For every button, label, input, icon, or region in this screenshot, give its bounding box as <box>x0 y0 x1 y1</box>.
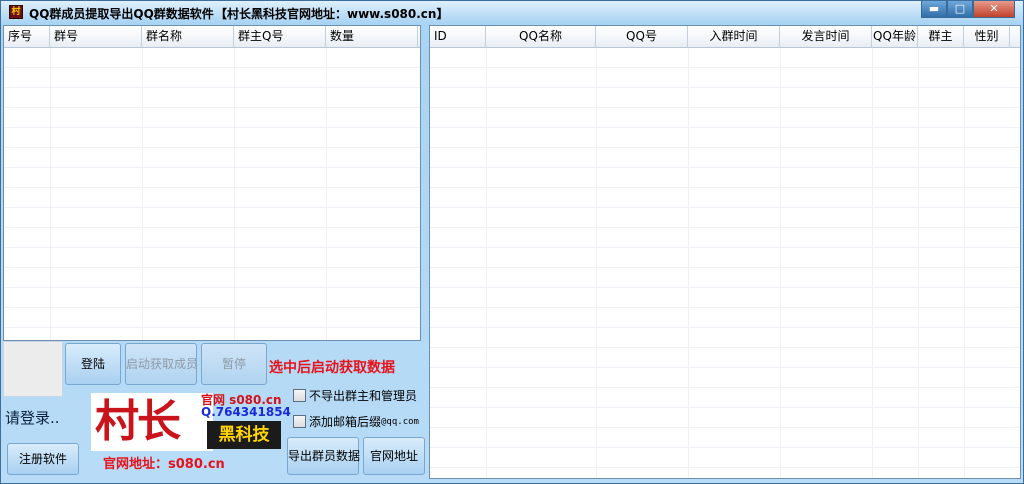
exclude-admin-option[interactable]: 不导出群主和管理员 <box>293 387 417 404</box>
close-button[interactable]: ✕ <box>973 1 1015 18</box>
window-title: QQ群成员提取导出QQ群数据软件 <box>29 7 214 21</box>
group-table-body[interactable] <box>4 48 420 340</box>
column-divider <box>234 48 235 340</box>
column-divider <box>326 48 327 340</box>
column-header-join-time[interactable]: 入群时间 <box>688 26 780 48</box>
member-list-table[interactable]: ID QQ名称 QQ号 入群时间 发言时间 QQ年龄 群主 性别 <box>429 25 1021 479</box>
mail-suffix: @qq.com <box>381 416 419 427</box>
column-header-qq-age[interactable]: QQ年龄 <box>872 26 918 48</box>
register-button[interactable]: 注册软件 <box>7 443 79 475</box>
maximize-button[interactable]: □ <box>947 1 973 18</box>
pause-button[interactable]: 暂停 <box>201 343 267 385</box>
window-title-site: 【村长黑科技官网地址：www.s080.cn】 <box>215 7 449 21</box>
column-header-owner[interactable]: 群主 <box>918 26 964 48</box>
column-header-count[interactable]: 数量 <box>326 26 418 48</box>
member-table-header: ID QQ名称 QQ号 入群时间 发言时间 QQ年龄 群主 性别 <box>430 26 1020 48</box>
column-divider <box>688 48 689 478</box>
exclude-admin-label: 不导出群主和管理员 <box>309 389 418 403</box>
main-window: 村 QQ群成员提取导出QQ群数据软件 【村长黑科技官网地址：www.s080.c… <box>0 0 1024 484</box>
column-divider <box>50 48 51 340</box>
window-controls: ▬ □ ✕ <box>921 1 1015 18</box>
logo-tag: 黑科技 <box>207 421 281 449</box>
column-divider <box>918 48 919 478</box>
title-bar[interactable]: 村 QQ群成员提取导出QQ群数据软件 【村长黑科技官网地址：www.s080.c… <box>1 1 1023 23</box>
logo-qq-text: Q.764341854 <box>201 405 291 419</box>
website-button[interactable]: 官网地址 <box>363 437 425 475</box>
group-table-header: 序号 群号 群名称 群主Q号 数量 <box>4 26 420 48</box>
column-header-gender[interactable]: 性别 <box>964 26 1010 48</box>
column-header-group-id[interactable]: 群号 <box>50 26 142 48</box>
column-header-speak-time[interactable]: 发言时间 <box>780 26 872 48</box>
column-header-qq-name[interactable]: QQ名称 <box>486 26 596 48</box>
hint-text: 选中后启动获取数据 <box>269 360 395 376</box>
export-members-button[interactable]: 导出群员数据 <box>287 437 360 475</box>
column-divider <box>142 48 143 340</box>
column-header-qq-number[interactable]: QQ号 <box>596 26 688 48</box>
column-divider <box>596 48 597 478</box>
column-divider <box>964 48 965 478</box>
member-table-body[interactable] <box>430 48 1020 478</box>
add-mail-option[interactable]: 添加邮箱后缀 @qq.com <box>293 413 419 430</box>
column-divider <box>486 48 487 478</box>
exclude-admin-checkbox[interactable] <box>293 389 306 402</box>
column-divider <box>780 48 781 478</box>
column-divider <box>872 48 873 478</box>
logo-image: 村长 <box>91 393 213 451</box>
app-icon: 村 <box>9 5 23 19</box>
add-mail-checkbox[interactable] <box>293 415 306 428</box>
login-status: 请登录.. <box>5 409 60 427</box>
start-fetch-button[interactable]: 启动获取成员 <box>125 343 198 385</box>
group-list-table[interactable]: 序号 群号 群名称 群主Q号 数量 <box>3 25 421 341</box>
add-mail-label: 添加邮箱后缀 <box>309 415 382 429</box>
minimize-button[interactable]: ▬ <box>921 1 947 18</box>
site-address: 官网地址：s080.cn <box>103 457 225 472</box>
login-button[interactable]: 登陆 <box>65 343 121 385</box>
column-header-index[interactable]: 序号 <box>4 26 50 48</box>
column-header-owner-qq[interactable]: 群主Q号 <box>234 26 326 48</box>
column-header-id[interactable]: ID <box>430 26 486 48</box>
brand-logo: 村长 官网 s080.cn Q.764341854 黑科技 <box>91 391 291 451</box>
qr-placeholder <box>3 341 63 397</box>
column-header-group-name[interactable]: 群名称 <box>142 26 234 48</box>
logo-big-text: 村长 <box>95 396 181 447</box>
